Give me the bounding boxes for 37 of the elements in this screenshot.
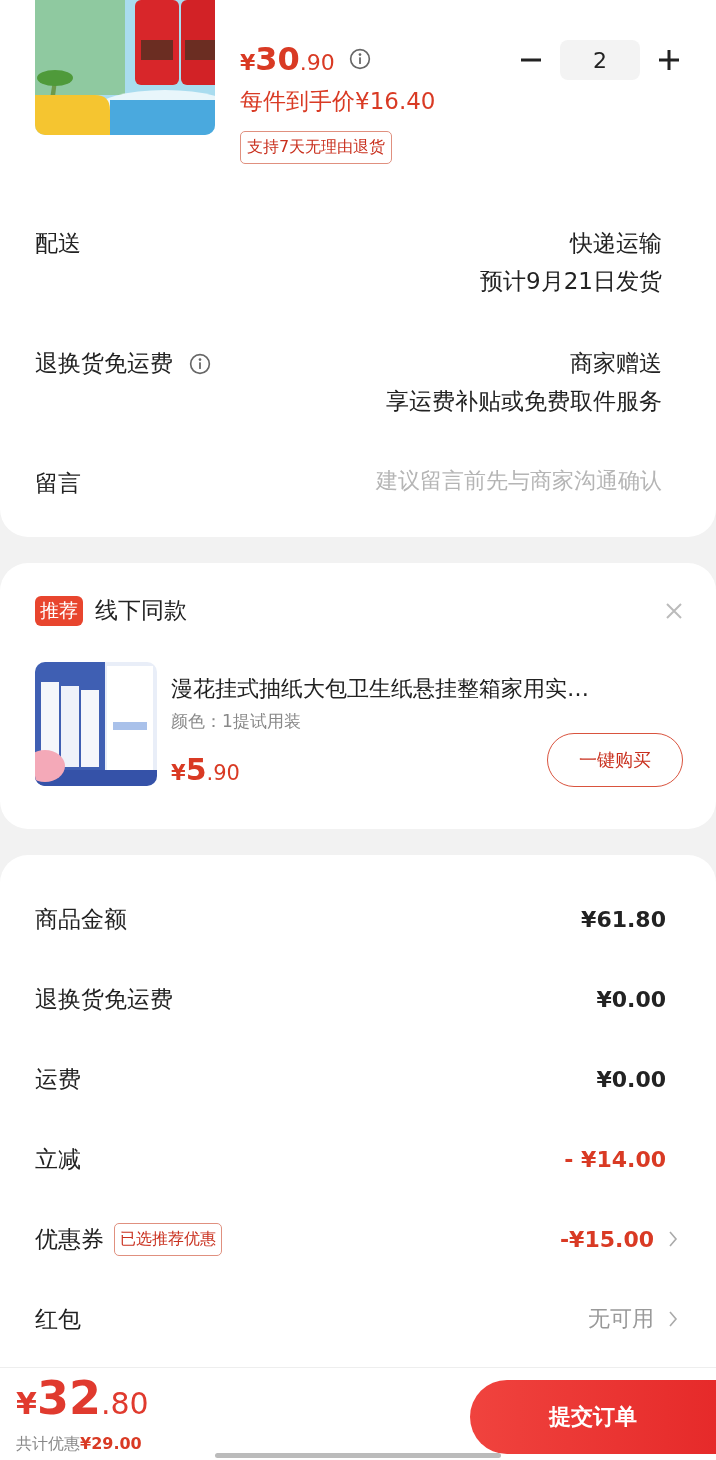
row-label: 优惠券 bbox=[35, 1224, 104, 1254]
unit-price: 每件到手价¥16.40 bbox=[240, 87, 436, 116]
plus-icon[interactable] bbox=[658, 49, 680, 71]
total-savings: 共计优惠¥29.00 bbox=[16, 1434, 143, 1455]
row-value: 无可用 bbox=[588, 1305, 654, 1333]
section-title: 线下同款 bbox=[95, 596, 187, 625]
message-field[interactable]: 建议留言前先与商家沟通确认 bbox=[242, 468, 662, 493]
row-label: 立减 bbox=[35, 1144, 81, 1174]
row-value: - ¥14.00 bbox=[564, 1146, 666, 1172]
info-icon[interactable] bbox=[189, 352, 211, 375]
row-label: 退换货免运费 bbox=[35, 349, 173, 378]
row-value: 享运费补贴或免费取件服务 bbox=[386, 387, 662, 416]
product-price: ¥5.90 bbox=[171, 752, 240, 787]
row-value: 商家赠送 bbox=[570, 349, 662, 378]
info-icon[interactable] bbox=[348, 48, 371, 70]
return-policy-tag: 支持7天无理由退货 bbox=[240, 131, 393, 164]
row-label: 留言 bbox=[35, 469, 81, 498]
row-value: ¥0.00 bbox=[596, 986, 666, 1012]
quantity-field[interactable]: 2 bbox=[560, 40, 640, 80]
submit-order-button[interactable]: 提交订单 bbox=[470, 1380, 716, 1454]
buy-now-button[interactable]: 一键购买 bbox=[547, 733, 683, 787]
product-name[interactable]: 漫花挂式抽纸大包卫生纸悬挂整箱家用实… bbox=[171, 674, 589, 704]
row-value: 快递运输 bbox=[570, 229, 662, 258]
row-value: 预计9月21日发货 bbox=[480, 267, 662, 296]
row-label: 红包 bbox=[35, 1304, 81, 1334]
row-label: 商品金额 bbox=[35, 904, 127, 934]
recommend-badge: 推荐 bbox=[35, 595, 83, 626]
row-label: 配送 bbox=[35, 229, 81, 258]
product-spec: 颜色：1提试用装 bbox=[171, 710, 301, 733]
row-label: 退换货免运费 bbox=[35, 984, 173, 1014]
row-value: ¥0.00 bbox=[596, 1066, 666, 1092]
product-price: ¥30.90 bbox=[240, 40, 335, 78]
row-value: ¥61.80 bbox=[581, 906, 666, 932]
total-price: ¥32.80 bbox=[16, 1373, 149, 1427]
row-label: 运费 bbox=[35, 1064, 81, 1094]
row-value: -¥15.00 bbox=[559, 1226, 654, 1252]
coupon-tag: 已选推荐优惠 bbox=[114, 1222, 222, 1256]
